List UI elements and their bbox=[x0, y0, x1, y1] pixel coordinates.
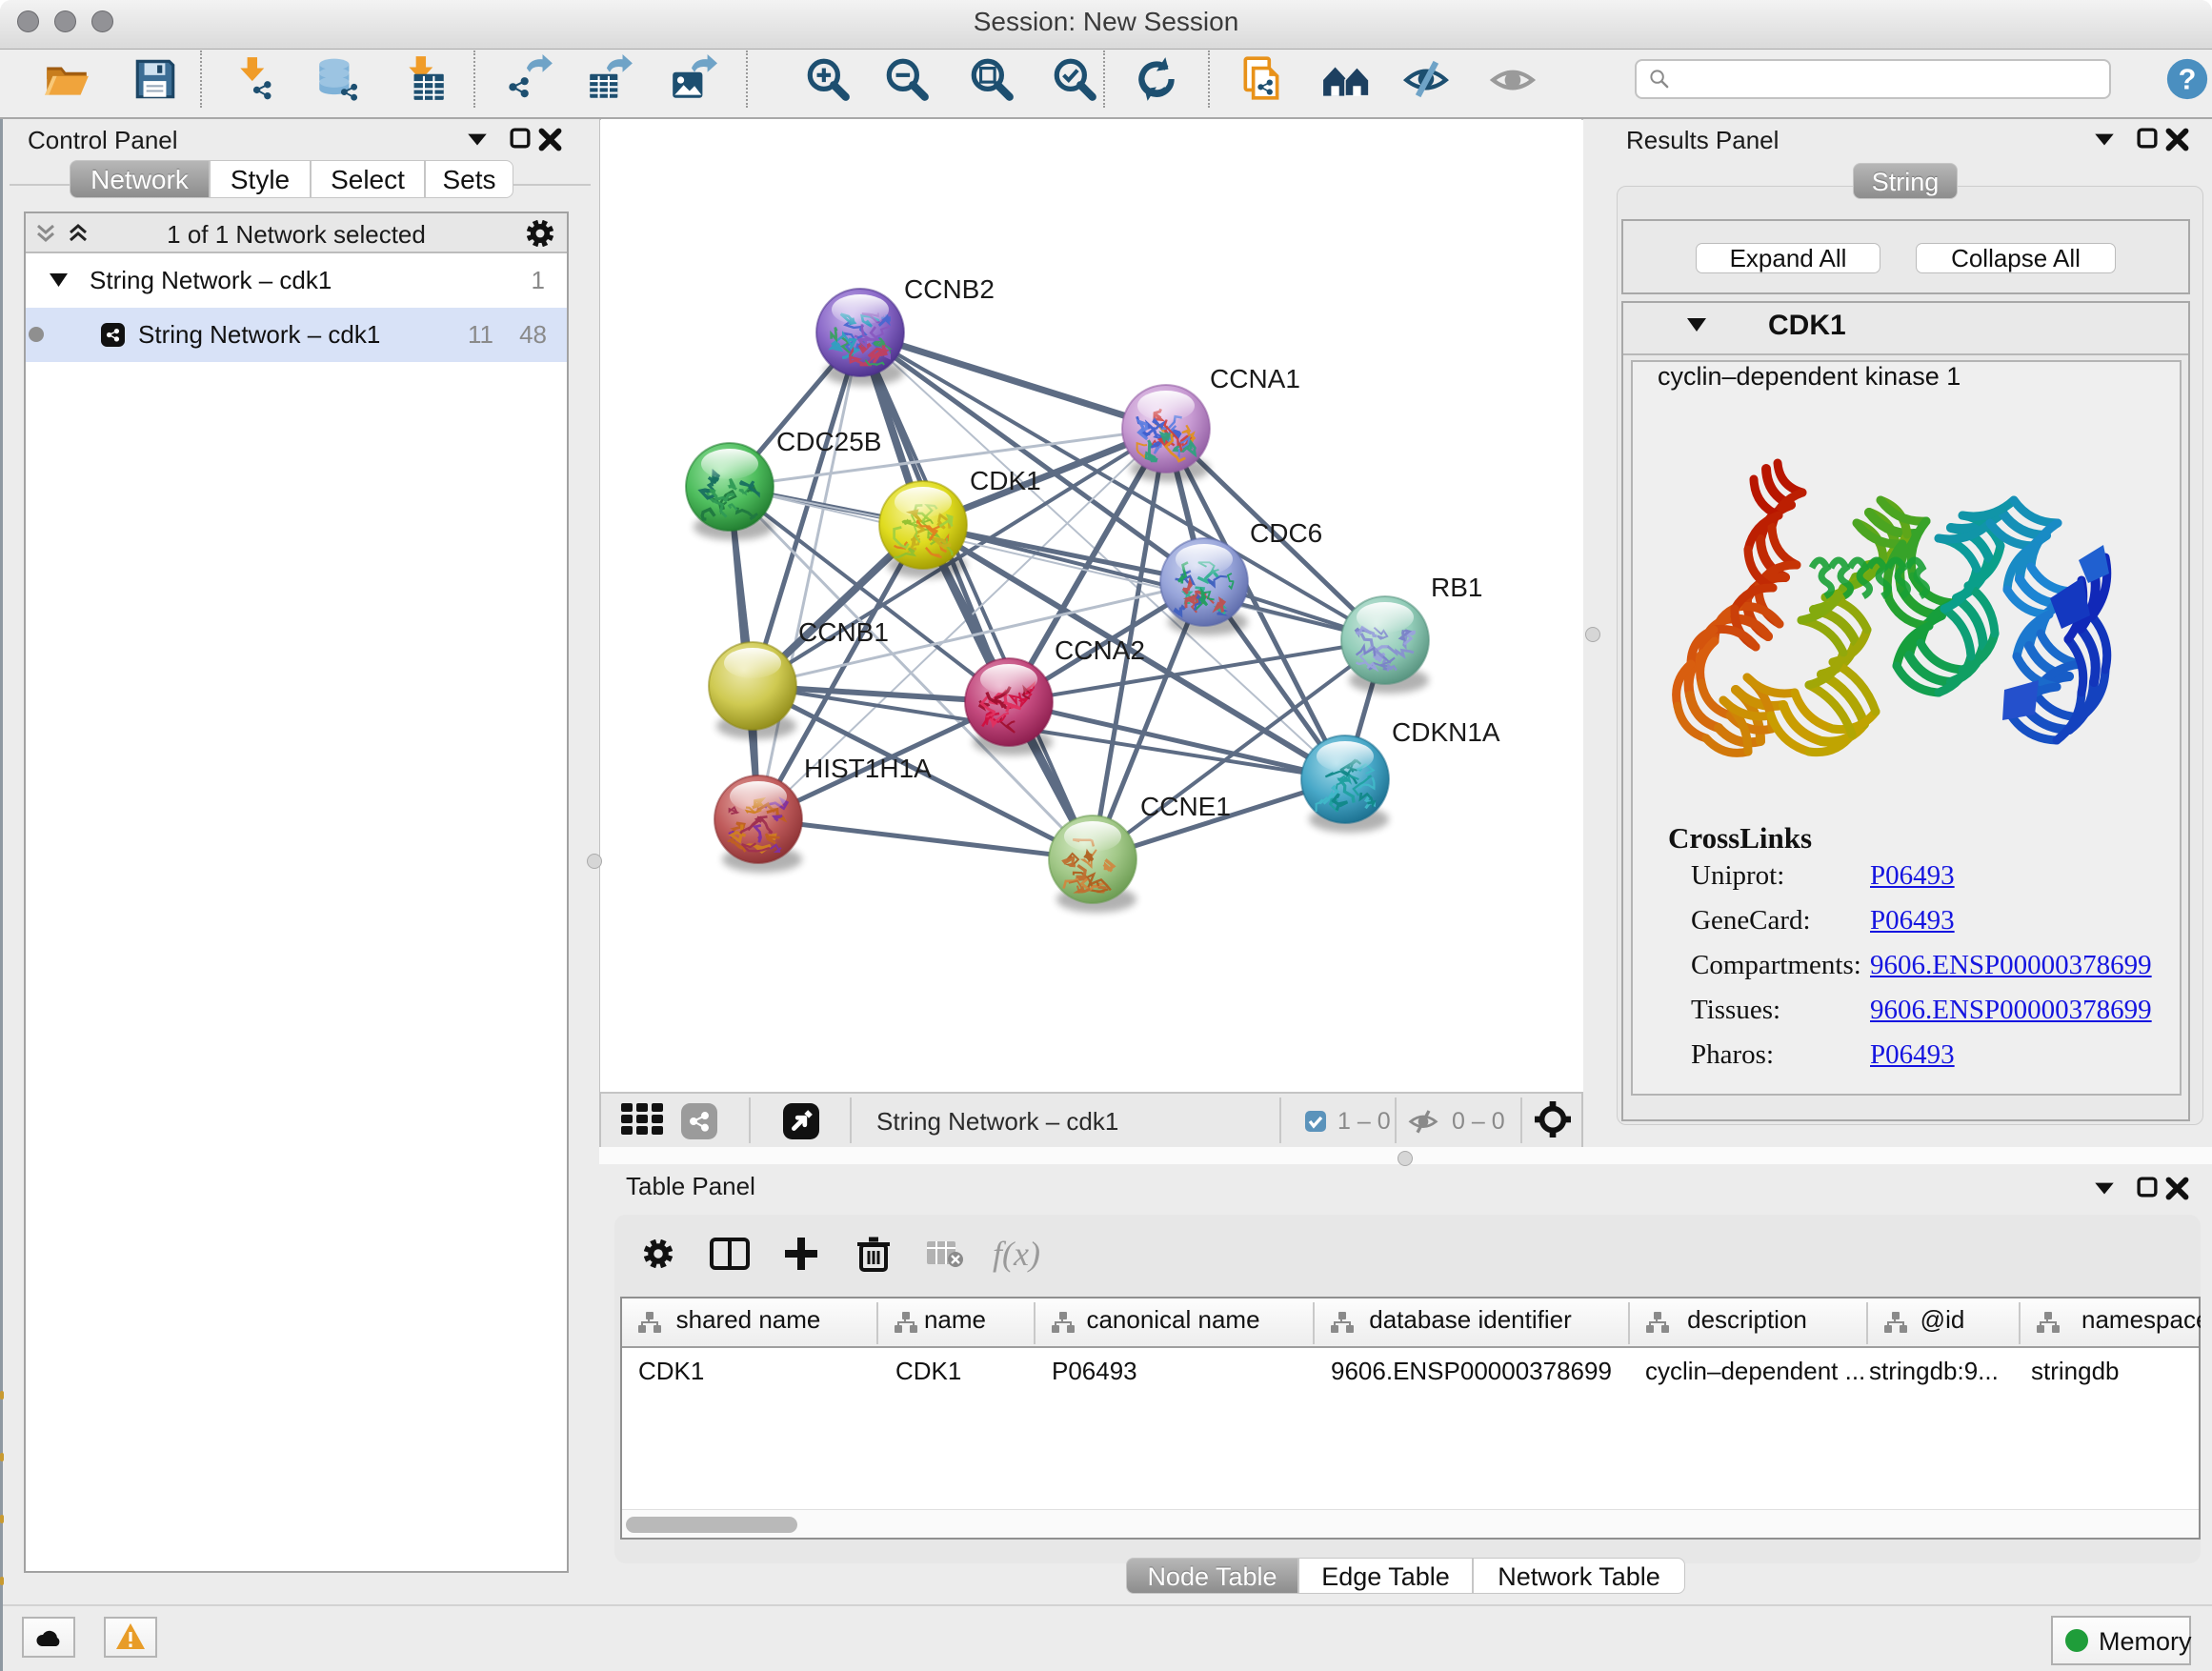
svg-text:HIST1H1A: HIST1H1A bbox=[804, 754, 932, 783]
svg-text:RB1: RB1 bbox=[1431, 573, 1482, 602]
svg-text:CDKN1A: CDKN1A bbox=[1392, 717, 1500, 747]
svg-text:CDC6: CDC6 bbox=[1250, 518, 1322, 548]
svg-text:CDK1: CDK1 bbox=[970, 466, 1041, 495]
svg-text:CCNB2: CCNB2 bbox=[904, 274, 995, 304]
svg-text:CCNB1: CCNB1 bbox=[798, 617, 889, 647]
svg-text:CDC25B: CDC25B bbox=[776, 427, 881, 456]
svg-text:CCNE1: CCNE1 bbox=[1140, 792, 1231, 821]
svg-text:CCNA1: CCNA1 bbox=[1210, 364, 1300, 393]
svg-text:?: ? bbox=[2179, 63, 2197, 96]
svg-text:CCNA2: CCNA2 bbox=[1055, 635, 1145, 665]
